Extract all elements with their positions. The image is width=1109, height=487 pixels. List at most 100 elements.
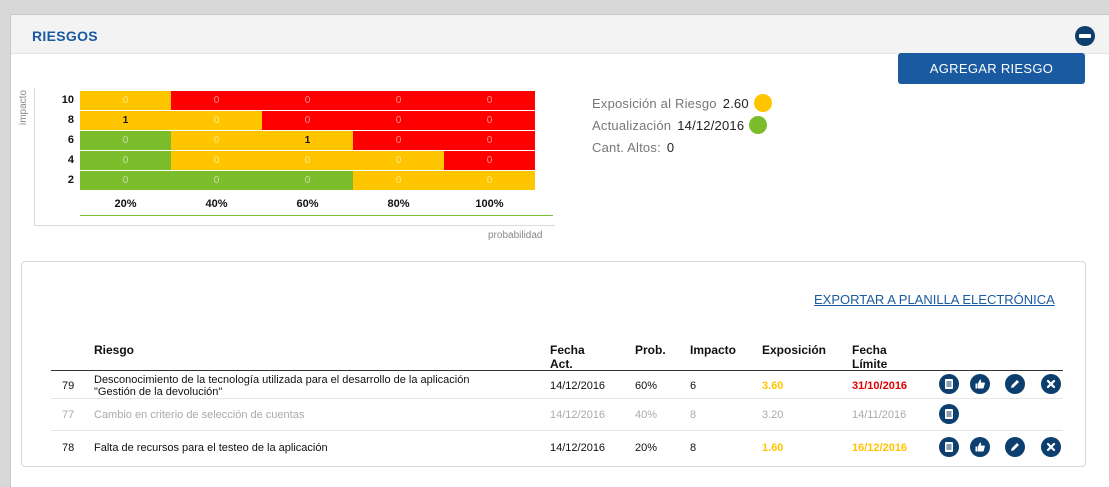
row-fecha-limite: 14/11/2016 bbox=[852, 409, 907, 421]
row-fecha-act: 14/12/2016 bbox=[550, 409, 606, 421]
exposure-stat: Exposición al Riesgo 2.60 bbox=[592, 92, 772, 114]
update-status-dot bbox=[749, 116, 768, 134]
panel-header: RIESGOS bbox=[11, 15, 1109, 54]
header-fecha-limite-line1: Fecha bbox=[852, 343, 887, 357]
header-exposicion: Exposición bbox=[762, 343, 827, 357]
matrix-row: 810000 bbox=[68, 111, 535, 130]
header-riesgo: Riesgo bbox=[94, 343, 135, 357]
header-fecha-act-line2: Act. bbox=[550, 357, 573, 371]
thumbs-up-icon[interactable] bbox=[970, 374, 990, 394]
row-impacto: 8 bbox=[690, 442, 697, 454]
close-icon[interactable] bbox=[1041, 374, 1061, 394]
row-fecha-limite: 31/10/2016 bbox=[852, 380, 908, 392]
row-riesgo: Falta de recursos para el testeo de la a… bbox=[94, 442, 328, 454]
row-id: 78 bbox=[62, 442, 75, 454]
matrix-cell: 0 bbox=[444, 91, 535, 110]
row-impacto: 8 bbox=[690, 409, 697, 421]
matrix-cell: 0 bbox=[171, 131, 262, 150]
matrix-cell: 0 bbox=[80, 151, 171, 170]
probability-axis: 20% 40% 60% 80% 100% bbox=[80, 198, 535, 210]
impact-tick-label: 6 bbox=[67, 134, 74, 146]
axis-line bbox=[80, 215, 553, 216]
header-impacto: Impacto bbox=[690, 343, 737, 357]
impact-tick-label: 10 bbox=[61, 94, 74, 106]
row-prob: 40% bbox=[635, 409, 658, 421]
matrix-cell: 0 bbox=[171, 111, 262, 130]
risk-matrix: 10 0 0 0 0 0 8 1 0 0 0 0 6 0 0 1 0 0 4 0 0 0 0 0 2 0 0 0 0 0 bbox=[62, 91, 535, 191]
row-prob: 20% bbox=[635, 442, 658, 454]
row-prob: 60% bbox=[635, 380, 658, 392]
table-header-divider bbox=[51, 370, 1063, 371]
matrix-cell: 0 bbox=[353, 171, 444, 190]
exposure-label: Exposición al Riesgo bbox=[592, 95, 717, 111]
matrix-cell: 1 bbox=[80, 111, 171, 130]
matrix-cell: 0 bbox=[353, 151, 444, 170]
matrix-cell: 0 bbox=[171, 91, 262, 110]
row-riesgo: Desconocimiento de la tecnología utiliza… bbox=[94, 374, 470, 398]
pencil-icon[interactable] bbox=[1005, 437, 1025, 457]
row-exposicion: 3.20 bbox=[762, 409, 784, 421]
y-axis-label: impacto bbox=[18, 90, 29, 126]
matrix-cell: 0 bbox=[262, 91, 353, 110]
row-impacto: 6 bbox=[690, 380, 697, 392]
row-riesgo: Cambio en criterio de selección de cuent… bbox=[94, 409, 305, 421]
document-icon[interactable] bbox=[939, 374, 959, 394]
matrix-cell: 0 bbox=[262, 171, 353, 190]
impact-tick-label: 2 bbox=[67, 174, 74, 186]
matrix-cell: 0 bbox=[80, 171, 171, 190]
matrix-cell: 0 bbox=[444, 131, 535, 150]
matrix-cell: 0 bbox=[353, 131, 444, 150]
matrix-cell: 1 bbox=[262, 131, 353, 150]
pencil-icon[interactable] bbox=[1005, 374, 1025, 394]
exposure-value: 2.60 bbox=[722, 95, 749, 111]
matrix-cell: 0 bbox=[80, 91, 171, 110]
matrix-cell: 0 bbox=[353, 91, 444, 110]
matrix-cell: 0 bbox=[262, 151, 353, 170]
panel-title: RIESGOS bbox=[32, 28, 98, 44]
matrix-cell: 0 bbox=[171, 151, 262, 170]
row-exposicion: 3.60 bbox=[762, 380, 784, 392]
document-icon[interactable] bbox=[939, 437, 959, 457]
add-risk-button[interactable]: AGREGAR RIESGO bbox=[898, 53, 1085, 84]
matrix-cell: 0 bbox=[444, 171, 535, 190]
risk-stats: Exposición al Riesgo 2.60 Actualización … bbox=[592, 92, 772, 158]
row-fecha-act: 14/12/2016 bbox=[550, 442, 606, 454]
x-axis-label: probabilidad bbox=[488, 230, 543, 241]
matrix-cell: 0 bbox=[171, 171, 262, 190]
probability-tick-label: 60% bbox=[296, 198, 319, 210]
probability-tick-label: 100% bbox=[475, 198, 504, 210]
matrix-cell: 0 bbox=[262, 111, 353, 130]
row-id: 79 bbox=[62, 380, 75, 392]
update-value: 14/12/2016 bbox=[677, 117, 745, 133]
thumbs-up-icon[interactable] bbox=[970, 437, 990, 457]
close-icon[interactable] bbox=[1041, 437, 1061, 457]
impact-tick-label: 4 bbox=[67, 154, 74, 166]
impact-tick-label: 8 bbox=[67, 114, 74, 126]
header-fecha-limite: Fecha Límite bbox=[852, 343, 887, 371]
matrix-cell: 0 bbox=[444, 111, 535, 130]
header-fecha-limite-line2: Límite bbox=[852, 357, 888, 371]
row-fecha-limite: 16/12/2016 bbox=[852, 442, 908, 454]
minus-circle-icon[interactable] bbox=[1075, 26, 1095, 46]
row-exposicion: 1.60 bbox=[762, 442, 784, 454]
matrix-cell: 0 bbox=[353, 111, 444, 130]
header-fecha-act-line1: Fecha bbox=[550, 343, 585, 357]
row-divider bbox=[51, 398, 1063, 399]
probability-tick-label: 40% bbox=[205, 198, 228, 210]
update-stat: Actualización 14/12/2016 bbox=[592, 114, 772, 136]
matrix-row: 400000 bbox=[68, 151, 535, 170]
export-spreadsheet-link[interactable]: EXPORTAR A PLANILLA ELECTRÓNICA bbox=[814, 292, 1055, 307]
matrix-row: 600100 bbox=[68, 131, 535, 150]
high-count-label: Cant. Altos: bbox=[592, 139, 661, 155]
document-icon[interactable] bbox=[939, 404, 959, 424]
probability-tick-label: 80% bbox=[387, 198, 410, 210]
high-count-stat: Cant. Altos: 0 bbox=[592, 136, 772, 158]
row-divider bbox=[51, 430, 1063, 431]
exposure-status-dot bbox=[753, 94, 772, 112]
header-fecha-act: Fecha Act. bbox=[550, 343, 585, 371]
row-id: 77 bbox=[62, 409, 75, 421]
update-label: Actualización bbox=[592, 117, 672, 133]
header-prob: Prob. bbox=[635, 343, 666, 357]
probability-tick-label: 20% bbox=[114, 198, 137, 210]
row-fecha-act: 14/12/2016 bbox=[550, 380, 606, 392]
